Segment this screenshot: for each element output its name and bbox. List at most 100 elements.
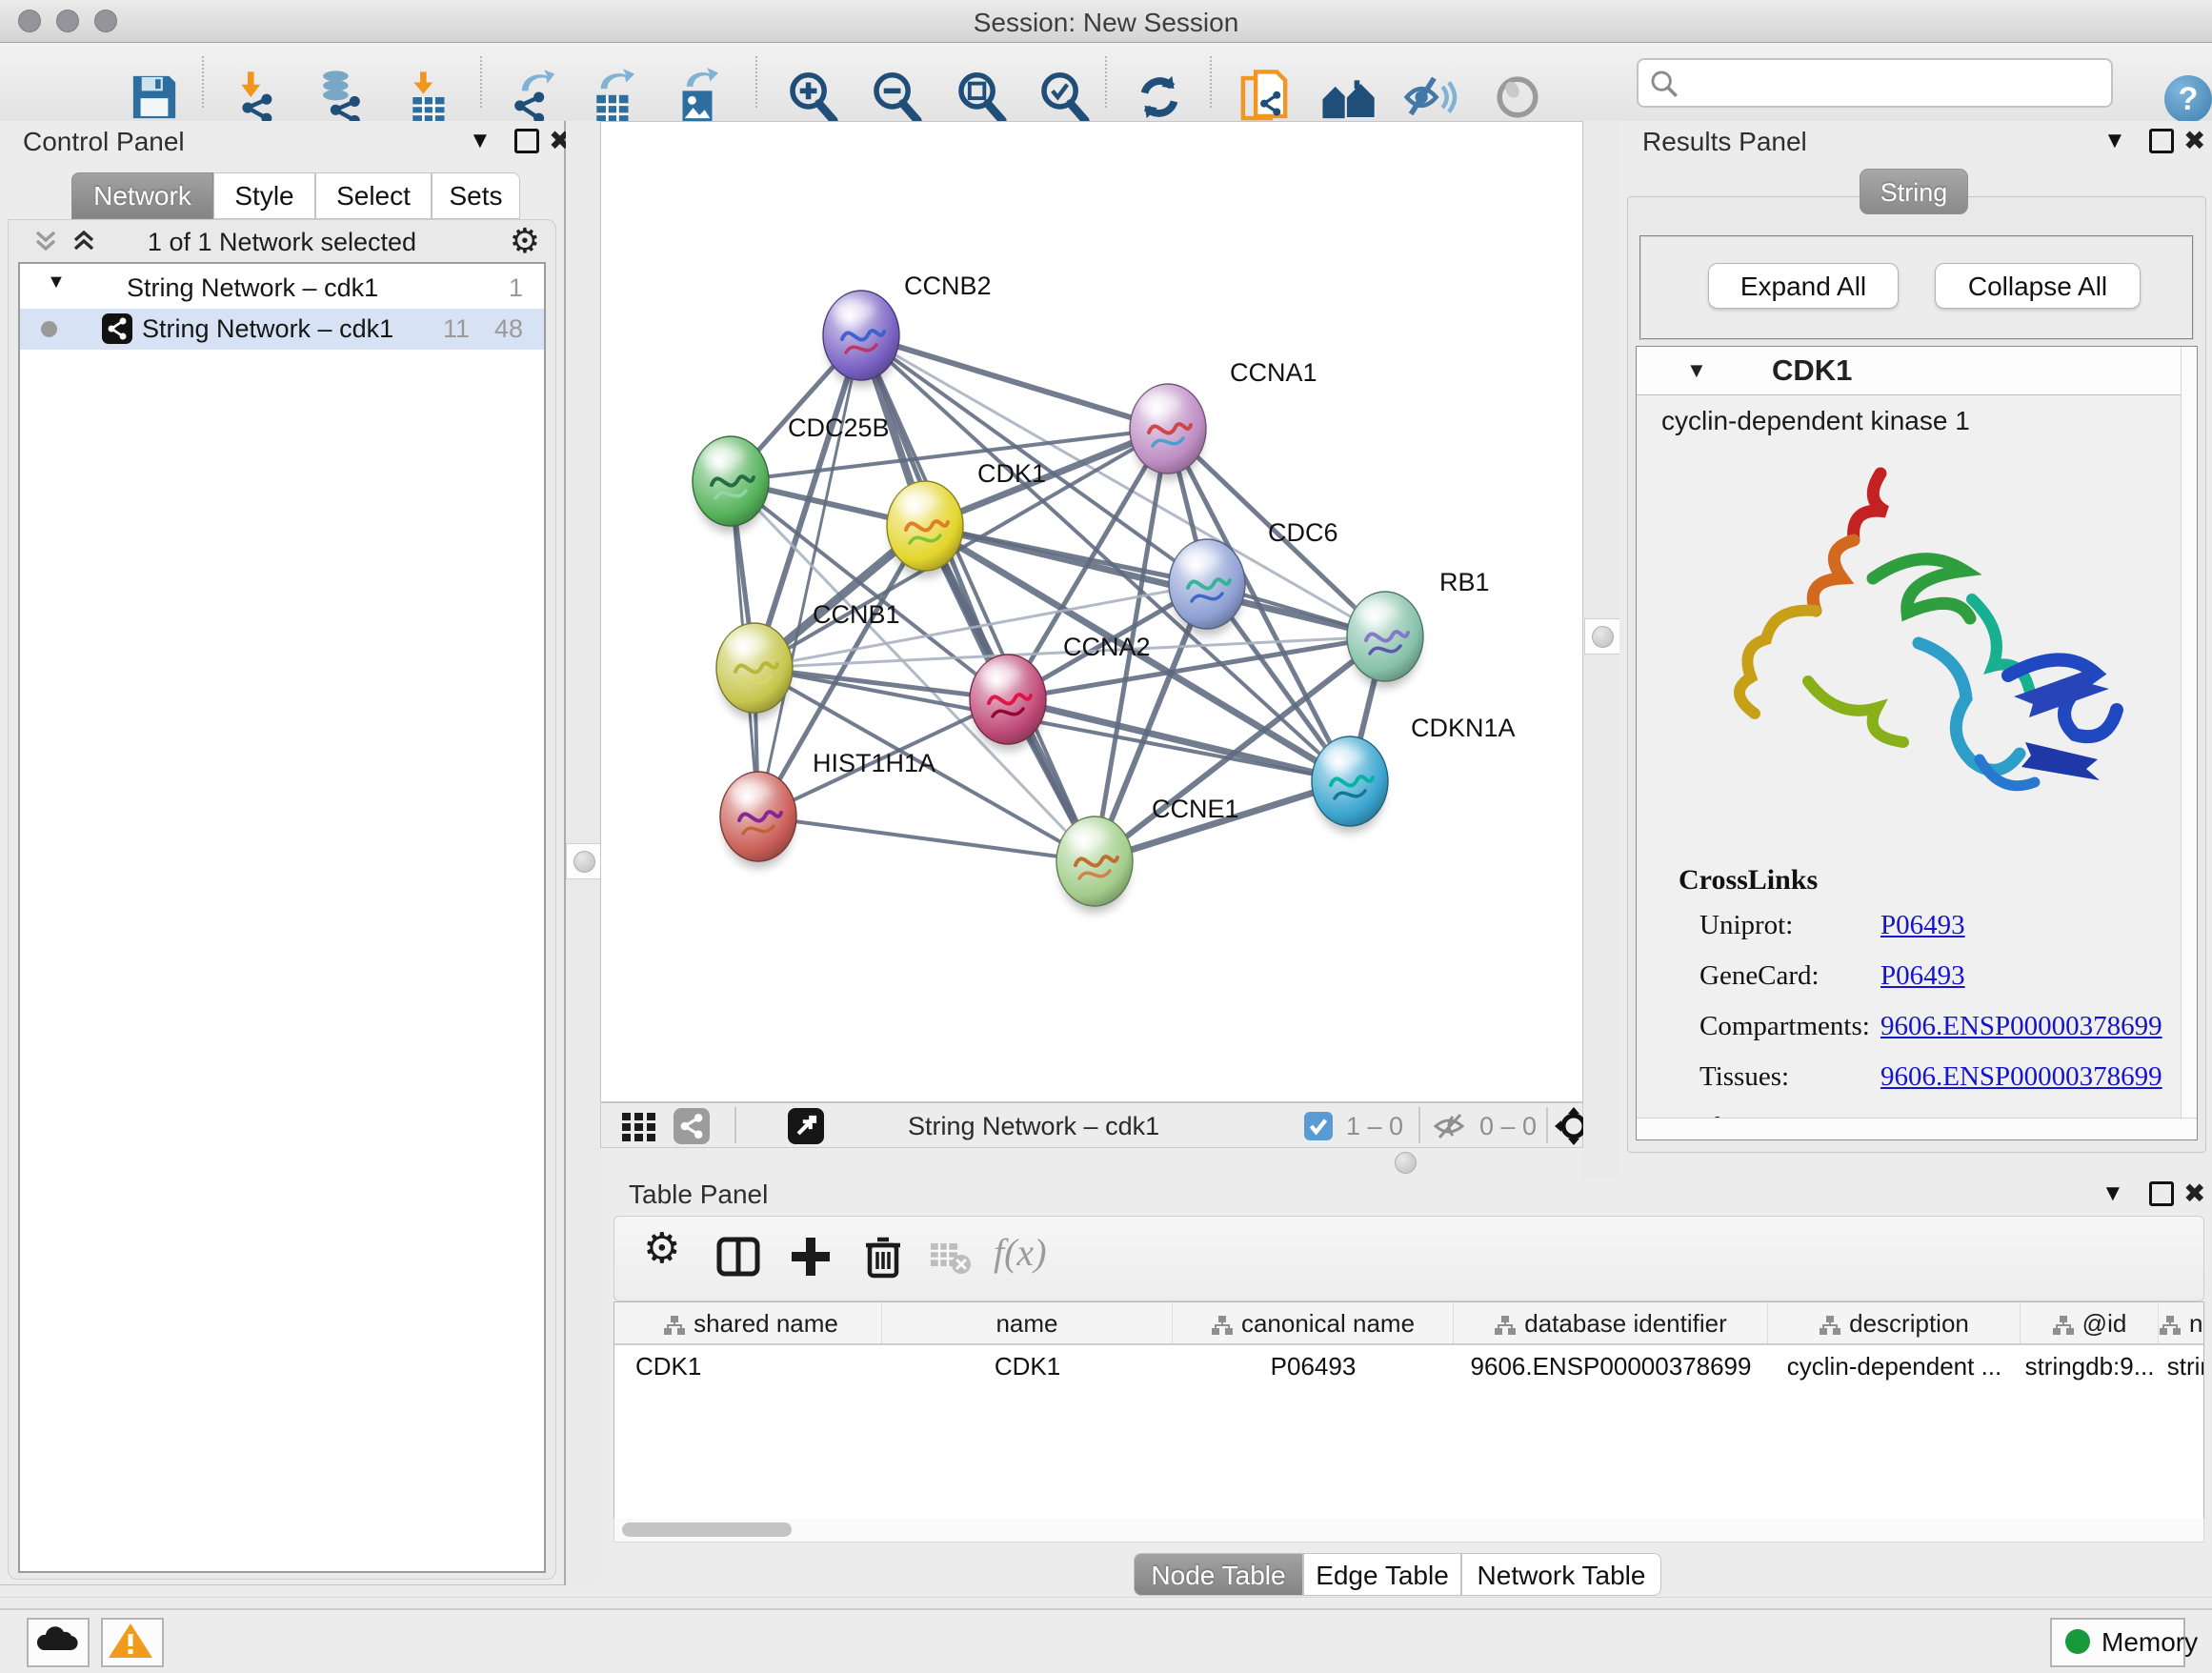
float-panel-icon[interactable] <box>2149 1181 2174 1206</box>
network-canvas[interactable]: CCNB2CCNA1CDC25BCDK1CDC6RB1CCNB1CCNA2CDK… <box>600 121 1583 1102</box>
float-panel-icon[interactable] <box>514 129 539 153</box>
shared-column-icon <box>1819 1315 1841 1336</box>
tab-sets[interactable]: Sets <box>432 172 520 219</box>
save-session-button[interactable] <box>125 68 184 127</box>
search-input[interactable] <box>1682 64 2096 98</box>
network-node[interactable] <box>720 772 796 868</box>
show-all-button[interactable] <box>1488 68 1547 127</box>
node-entry-header[interactable]: ▼ CDK1 <box>1637 347 2197 395</box>
network-node[interactable] <box>1347 592 1423 688</box>
zoom-out-button[interactable] <box>867 68 926 127</box>
annotations-button[interactable] <box>1235 68 1294 127</box>
memory-button[interactable]: Memory <box>2050 1618 2185 1667</box>
column-header-namespace[interactable]: namespace <box>2159 1302 2204 1343</box>
collapse-panel-icon[interactable]: ▼ <box>2103 129 2126 153</box>
column-header-description[interactable]: description <box>1768 1302 2021 1343</box>
import-network-from-file-button[interactable] <box>229 68 288 127</box>
column-header-database-identifier[interactable]: database identifier <box>1454 1302 1768 1343</box>
show-columns-icon[interactable] <box>714 1232 763 1281</box>
tab-network[interactable]: Network <box>71 172 213 219</box>
table-cell[interactable]: stringdb <box>2159 1345 2204 1387</box>
hidden-eye-icon[interactable] <box>1432 1111 1470 1141</box>
import-network-from-database-button[interactable] <box>312 68 372 127</box>
network-row[interactable]: String Network – cdk1 11 48 <box>20 309 544 350</box>
delete-table-icon[interactable] <box>925 1232 975 1281</box>
hide-selected-button[interactable] <box>1400 68 1459 127</box>
tab-select[interactable]: Select <box>315 172 432 219</box>
help-button[interactable]: ? <box>2164 75 2212 123</box>
column-header-shared-name[interactable]: shared name <box>620 1302 882 1343</box>
grid-view-icon[interactable] <box>620 1111 658 1143</box>
splitter-handle[interactable] <box>1584 618 1620 655</box>
entry-expander-icon[interactable]: ▼ <box>1686 358 1707 383</box>
network-node[interactable] <box>1130 384 1206 480</box>
function-builder-icon[interactable]: f(x) <box>994 1230 1047 1275</box>
export-network-button[interactable] <box>503 68 562 127</box>
tab-node-table[interactable]: Node Table <box>1134 1553 1303 1596</box>
birdseye-view-icon[interactable] <box>788 1108 824 1144</box>
entry-vertical-scrollbar[interactable] <box>2181 347 2197 1119</box>
refresh-button[interactable] <box>1130 68 1189 127</box>
tree-expander-icon[interactable]: ▼ <box>47 272 66 293</box>
table-cell[interactable]: CDK1 <box>882 1345 1173 1387</box>
left-splitter[interactable] <box>566 121 600 1584</box>
collapse-all-button[interactable]: Collapse All <box>1935 263 2141 309</box>
warning-button[interactable] <box>101 1618 164 1667</box>
close-panel-icon[interactable]: ✖ <box>2183 125 2205 156</box>
export-table-button[interactable] <box>584 68 643 127</box>
table-settings-gear-icon[interactable]: ⚙ <box>643 1224 680 1273</box>
network-view-icon[interactable] <box>674 1108 710 1144</box>
network-edge[interactable] <box>758 335 861 816</box>
tab-edge-table[interactable]: Edge Table <box>1303 1553 1461 1596</box>
crosslink-link[interactable]: P06493 <box>1880 960 1965 992</box>
delete-column-trash-icon[interactable] <box>858 1232 908 1281</box>
column-header--id[interactable]: @id <box>2021 1302 2159 1343</box>
network-node[interactable] <box>1312 736 1388 833</box>
network-edge[interactable] <box>861 335 1168 429</box>
close-panel-icon[interactable]: ✖ <box>2183 1178 2205 1209</box>
table-cell[interactable]: P06493 <box>1173 1345 1454 1387</box>
scrollbar-thumb[interactable] <box>622 1522 792 1537</box>
table-row[interactable]: CDK1CDK1P064939606.ENSP00000378699cyclin… <box>614 1345 2203 1387</box>
collapse-panel-icon[interactable]: ▼ <box>2101 1181 2124 1206</box>
table-cell[interactable]: 9606.ENSP00000378699 <box>1454 1345 1768 1387</box>
collapse-panel-icon[interactable]: ▼ <box>469 129 492 153</box>
add-column-icon[interactable] <box>786 1232 835 1281</box>
horizontal-splitter[interactable] <box>600 1148 1583 1178</box>
open-file-button[interactable] <box>40 68 99 127</box>
table-cell[interactable]: cyclin-dependent ... <box>1768 1345 2021 1387</box>
table-horizontal-scrollbar[interactable] <box>613 1519 2204 1542</box>
export-image-button[interactable] <box>668 68 727 127</box>
expand-all-button[interactable]: Expand All <box>1708 263 1899 309</box>
tab-style[interactable]: Style <box>213 172 315 219</box>
network-node[interactable] <box>693 436 769 533</box>
home-button[interactable] <box>1318 68 1377 127</box>
crosslink-link[interactable]: 9606.ENSP00000378699 <box>1880 1061 2162 1093</box>
zoom-selected-button[interactable] <box>1035 68 1094 127</box>
float-panel-icon[interactable] <box>2149 129 2174 153</box>
table-cell[interactable]: stringdb:9... <box>2021 1345 2159 1387</box>
crosslink-link[interactable]: P06493 <box>1880 910 1965 941</box>
column-header-name[interactable]: name <box>882 1302 1173 1343</box>
zoom-fit-button[interactable] <box>952 68 1011 127</box>
import-table-button[interactable] <box>400 68 459 127</box>
network-edge[interactable] <box>861 335 1095 861</box>
crosslink-link[interactable]: 9606.ENSP00000378699 <box>1880 1011 2162 1042</box>
tab-network-table[interactable]: Network Table <box>1461 1553 1661 1596</box>
entry-horizontal-scrollbar[interactable] <box>1637 1118 2197 1139</box>
tab-string[interactable]: String <box>1860 169 1968 214</box>
table-cell[interactable]: CDK1 <box>620 1345 882 1387</box>
right-splitter[interactable] <box>1583 121 1619 1178</box>
zoom-in-button[interactable] <box>783 68 842 127</box>
network-collection-row[interactable]: ▼ String Network – cdk1 1 <box>20 268 544 309</box>
column-header-canonical-name[interactable]: canonical name <box>1173 1302 1454 1343</box>
network-node[interactable] <box>1056 816 1133 913</box>
splitter-handle[interactable] <box>1395 1152 1417 1174</box>
search-field[interactable] <box>1637 58 2113 108</box>
splitter-handle[interactable] <box>566 843 602 879</box>
gear-icon[interactable]: ⚙ <box>510 222 540 261</box>
cloud-button[interactable] <box>27 1618 90 1667</box>
selected-checkbox-icon[interactable] <box>1304 1112 1333 1140</box>
network-edge[interactable] <box>758 816 1095 861</box>
network-node[interactable] <box>823 291 899 387</box>
